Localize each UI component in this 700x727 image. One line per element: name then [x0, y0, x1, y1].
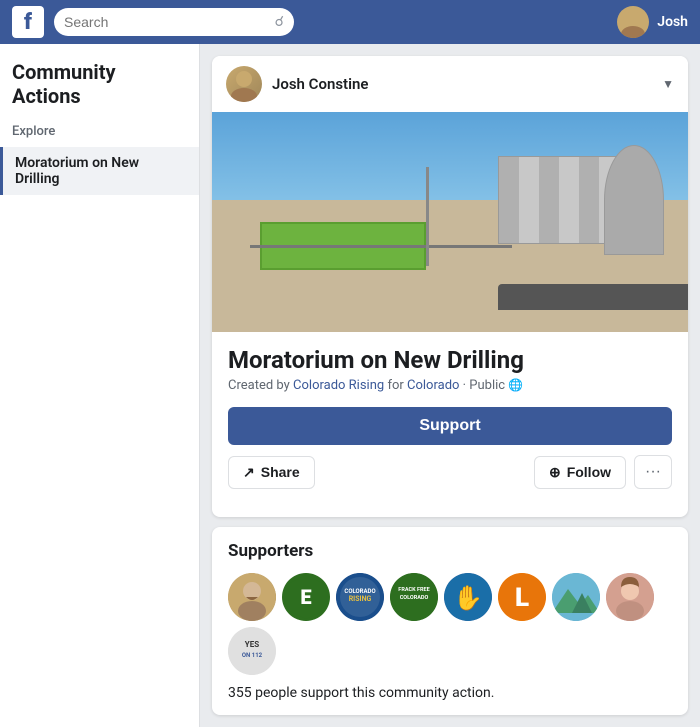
- supporters-avatars: E COLORADO RISING FRACK F: [228, 573, 672, 675]
- svg-text:COLORADO: COLORADO: [344, 588, 375, 595]
- supporters-card: Supporters E: [212, 527, 688, 715]
- action-content: Moratorium on New Drilling Created by Co…: [212, 332, 688, 517]
- action-title: Moratorium on New Drilling: [228, 346, 672, 374]
- main-content: Josh Constine ▼ Moratorium on New Drilli…: [200, 44, 700, 727]
- search-bar[interactable]: ☌: [54, 8, 294, 36]
- supporter-1-svg: [228, 573, 276, 621]
- facebook-logo[interactable]: f: [12, 6, 44, 38]
- supporter-6-svg: L: [498, 573, 546, 621]
- user-avatar-svg: [617, 6, 649, 38]
- sidebar-explore-label: Explore: [0, 120, 199, 147]
- supporters-title: Supporters: [228, 541, 672, 561]
- action-buttons: ↗ Share ⊕ Follow ···: [228, 455, 672, 489]
- hero-image: [212, 112, 688, 332]
- supporter-avatar-7[interactable]: [552, 573, 600, 621]
- supporter-7-svg: [552, 573, 600, 621]
- user-name: Josh Constine: [272, 75, 368, 93]
- supporter-avatar-9[interactable]: YES ON 112: [228, 627, 276, 675]
- nav-user[interactable]: Josh: [617, 6, 688, 38]
- follow-button[interactable]: ⊕ Follow: [534, 456, 626, 489]
- supporter-2-svg: E: [282, 573, 330, 621]
- hero-tank: [604, 145, 664, 255]
- hero-tower: [426, 167, 429, 266]
- share-icon: ↗: [243, 464, 255, 481]
- user-row: Josh Constine ▼: [212, 56, 688, 112]
- sidebar: Community Actions Explore Moratorium on …: [0, 44, 200, 727]
- share-button[interactable]: ↗ Share: [228, 456, 315, 489]
- search-input[interactable]: [64, 14, 269, 30]
- avatar: [226, 66, 262, 102]
- page-layout: Community Actions Explore Moratorium on …: [0, 44, 700, 727]
- supporter-9-svg: YES ON 112: [228, 627, 276, 675]
- svg-text:✋: ✋: [453, 584, 483, 612]
- supporter-avatar-2[interactable]: E: [282, 573, 330, 621]
- supporter-avatar-5[interactable]: ✋: [444, 573, 492, 621]
- supporter-avatar-3[interactable]: COLORADO RISING: [336, 573, 384, 621]
- sidebar-title: Community Actions: [0, 60, 199, 120]
- svg-text:L: L: [515, 583, 529, 613]
- nav-avatar: [617, 6, 649, 38]
- top-navigation: f ☌ Josh: [0, 0, 700, 44]
- svg-text:RISING: RISING: [349, 595, 372, 603]
- svg-text:YES: YES: [245, 640, 259, 649]
- globe-icon: 🌐: [508, 378, 523, 392]
- supporter-3-svg: COLORADO RISING: [336, 573, 384, 621]
- more-button[interactable]: ···: [634, 455, 672, 489]
- hero-road: [498, 284, 688, 310]
- search-icon: ☌: [275, 14, 284, 30]
- supporter-4-svg: FRACK FREE COLORADO: [390, 573, 438, 621]
- support-button[interactable]: Support: [228, 407, 672, 445]
- sidebar-item-moratorium[interactable]: Moratorium on New Drilling: [0, 147, 199, 195]
- hero-fence: [250, 245, 512, 248]
- supporter-avatar-8[interactable]: [606, 573, 654, 621]
- supporters-count: 355 people support this community action…: [228, 685, 672, 701]
- action-meta: Created by Colorado Rising for Colorado …: [228, 378, 672, 393]
- creator-link[interactable]: Colorado Rising: [293, 378, 384, 393]
- follow-icon: ⊕: [549, 464, 561, 481]
- svg-text:ON 112: ON 112: [242, 652, 263, 659]
- josh-avatar-svg: [226, 66, 262, 102]
- nav-username: Josh: [657, 14, 688, 30]
- location-link[interactable]: Colorado: [407, 378, 459, 393]
- supporter-8-svg: [606, 573, 654, 621]
- svg-text:E: E: [300, 585, 311, 609]
- svg-text:FRACK FREE: FRACK FREE: [398, 587, 429, 593]
- dropdown-icon[interactable]: ▼: [662, 77, 674, 91]
- hero-industrial: [498, 156, 618, 244]
- action-card: Josh Constine ▼ Moratorium on New Drilli…: [212, 56, 688, 517]
- svg-text:COLORADO: COLORADO: [400, 595, 429, 601]
- sidebar-item-label: Moratorium on New Drilling: [15, 155, 187, 187]
- supporter-avatar-6[interactable]: L: [498, 573, 546, 621]
- supporter-5-svg: ✋: [444, 573, 492, 621]
- supporter-avatar-4[interactable]: FRACK FREE COLORADO: [390, 573, 438, 621]
- supporter-avatar-1[interactable]: [228, 573, 276, 621]
